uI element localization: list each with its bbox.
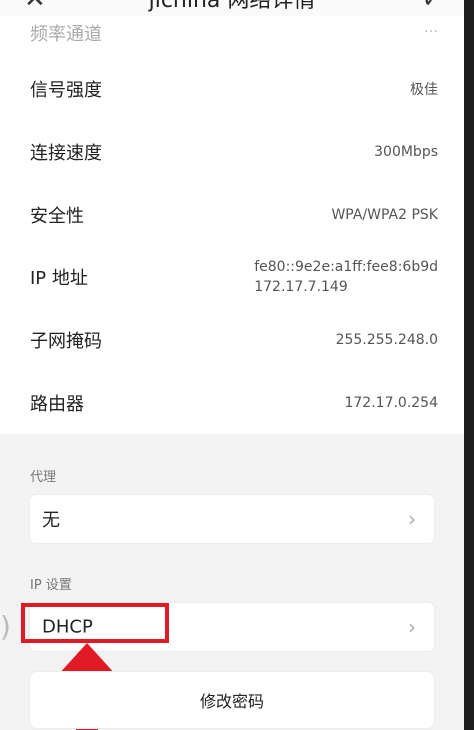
row-link-speed: 连接速度 300Mbps <box>0 121 464 183</box>
row-value: WPA/WPA2 PSK <box>331 207 438 223</box>
highlight-box <box>21 603 169 643</box>
chevron-right-icon: › <box>408 507 416 531</box>
list-item-partial: 频率通道 … <box>0 16 464 56</box>
row-label: 频率通道 <box>30 24 102 45</box>
page-title: jichina 网络详情 <box>148 0 316 13</box>
row-value: 255.255.248.0 <box>335 332 438 348</box>
row-label: 路由器 <box>30 394 84 415</box>
top-bar: ✕ jichina 网络详情 ✓ <box>0 0 464 16</box>
row-label: 连接速度 <box>30 143 102 164</box>
row-subnet-mask: 子网掩码 255.255.248.0 <box>0 309 464 371</box>
proxy-value: 无 <box>42 510 60 531</box>
ipv4-value: 172.17.7.149 <box>254 279 348 295</box>
row-ip-address: IP 地址 fe80::9e2e:a1ff:fee8:6b9d 172.17.7… <box>0 246 464 308</box>
row-label: IP 地址 <box>30 268 88 289</box>
row-value: 172.17.0.254 <box>344 395 438 411</box>
ipv6-value: fe80::9e2e:a1ff:fee8:6b9d <box>254 259 438 275</box>
row-value: 300Mbps <box>374 144 438 160</box>
ip-settings-section-label: IP 设置 <box>30 578 72 593</box>
decorative-bracket: ) <box>0 610 11 643</box>
row-label: 子网掩码 <box>30 331 102 352</box>
proxy-section-label: 代理 <box>30 470 57 485</box>
row-router: 路由器 172.17.0.254 <box>0 372 464 434</box>
row-value: fe80::9e2e:a1ff:fee8:6b9d 172.17.7.149 <box>254 257 438 297</box>
chevron-right-icon: › <box>408 615 416 639</box>
screen-edge <box>464 0 474 730</box>
proxy-select[interactable]: 无 › <box>30 495 434 543</box>
confirm-icon[interactable]: ✓ <box>422 0 442 12</box>
network-details-screen: ✕ jichina 网络详情 ✓ 频率通道 … 信号强度 极佳 连接速度 300… <box>0 0 464 730</box>
row-label: 信号强度 <box>30 80 102 101</box>
row-label: 安全性 <box>30 206 84 227</box>
row-value: 极佳 <box>410 82 438 98</box>
row-security: 安全性 WPA/WPA2 PSK <box>0 184 464 246</box>
row-signal-strength: 信号强度 极佳 <box>0 58 464 120</box>
change-password-button[interactable]: 修改密码 <box>30 672 434 728</box>
row-value: … <box>424 20 438 36</box>
change-password-label: 修改密码 <box>199 692 264 711</box>
